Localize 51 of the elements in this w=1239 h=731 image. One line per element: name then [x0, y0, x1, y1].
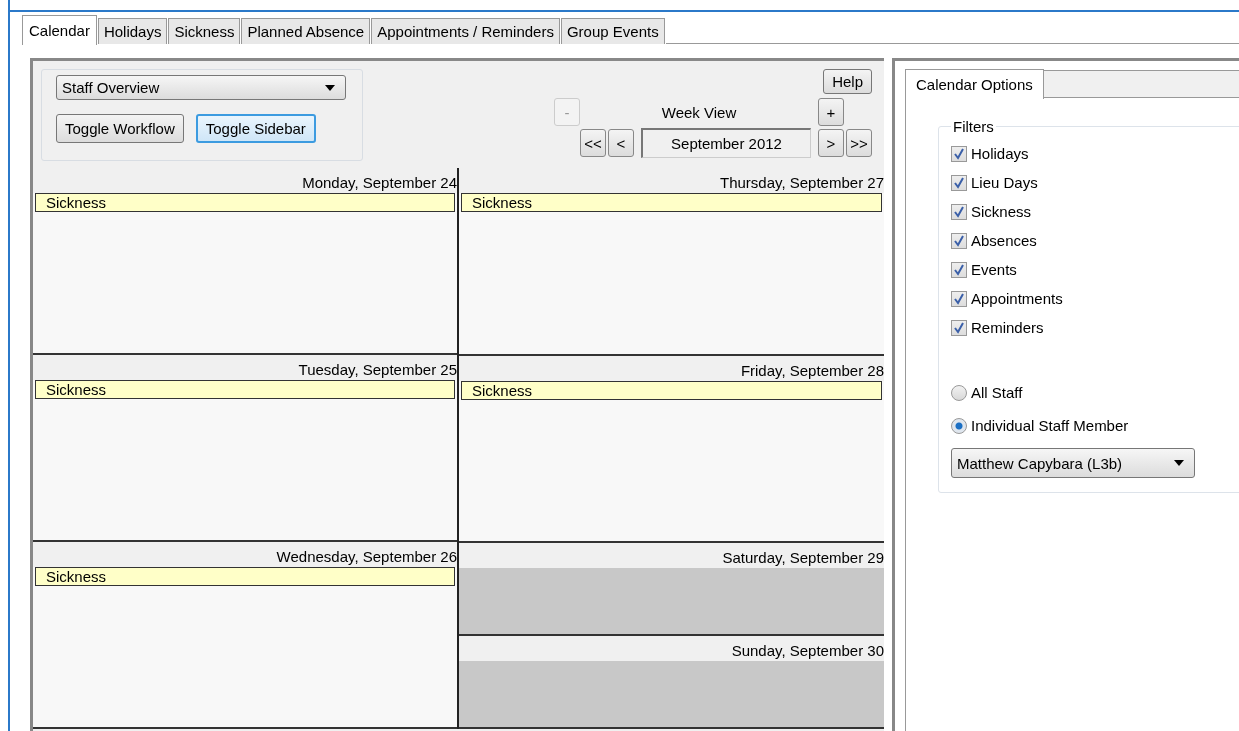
help-button[interactable]: Help [823, 69, 872, 94]
day-header: Friday, September 28 [459, 355, 884, 381]
tab[interactable]: Sickness [168, 18, 241, 44]
view-dropdown[interactable]: Staff Overview [56, 75, 346, 100]
checkbox[interactable] [951, 145, 967, 162]
tab[interactable]: Appointments / Reminders [371, 18, 560, 44]
checkbox[interactable] [951, 232, 967, 249]
caret-icon [1174, 460, 1184, 466]
checkbox[interactable] [951, 203, 967, 220]
checkbox[interactable] [951, 261, 967, 278]
toggle-button[interactable]: Toggle Sidebar [195, 114, 316, 143]
next-button[interactable]: > [818, 129, 844, 157]
event-bar[interactable]: Sickness [35, 193, 455, 212]
tab[interactable]: Group Events [560, 18, 665, 44]
event-bar[interactable]: Sickness [35, 567, 455, 586]
radio-button[interactable] [951, 417, 967, 434]
checkbox-label: Holidays [971, 145, 1029, 162]
view-label: Week View [661, 103, 737, 121]
event-bar[interactable]: Sickness [461, 193, 882, 212]
checkbox-label: Absences [971, 232, 1037, 249]
period-field: September 2012 [641, 128, 811, 158]
checkbox[interactable] [951, 174, 967, 191]
checkbox-label: Reminders [971, 319, 1044, 336]
checkbox[interactable] [951, 319, 967, 336]
toggle-button[interactable]: Toggle Workflow [56, 114, 184, 143]
day-header: Sunday, September 30 [459, 636, 884, 662]
caret-icon [325, 84, 335, 91]
day-header: Tuesday, September 25 [33, 355, 457, 380]
zoom-in-button[interactable]: + [818, 98, 844, 126]
staff-dropdown[interactable]: Matthew Capybara (L3b) [951, 448, 1195, 478]
day-header: Monday, September 24 [33, 168, 457, 193]
first-button[interactable]: << [580, 129, 606, 157]
tab[interactable]: Calendar Options [905, 69, 1044, 99]
checkbox-label: Sickness [971, 203, 1032, 220]
day-header: Thursday, September 27 [459, 168, 884, 193]
checkbox[interactable] [951, 290, 967, 307]
radio-button[interactable] [951, 384, 967, 401]
tab[interactable]: Calendar [22, 15, 97, 45]
checkbox-label: Appointments [971, 290, 1063, 307]
checkbox-label: Events [971, 261, 1017, 278]
radio-label: Individual Staff Member [971, 417, 1129, 434]
group-title: Filters [952, 118, 995, 135]
last-button[interactable]: >> [846, 129, 872, 157]
radio-label: All Staff [971, 384, 1023, 401]
tab[interactable]: Planned Absence [241, 18, 371, 44]
previous-button[interactable]: < [608, 129, 634, 157]
checkbox-label: Lieu Days [971, 174, 1038, 191]
tab[interactable]: Holidays [97, 18, 168, 44]
event-bar[interactable]: Sickness [35, 380, 455, 399]
day-header: Saturday, September 29 [459, 543, 884, 569]
day-header: Wednesday, September 26 [33, 542, 457, 567]
